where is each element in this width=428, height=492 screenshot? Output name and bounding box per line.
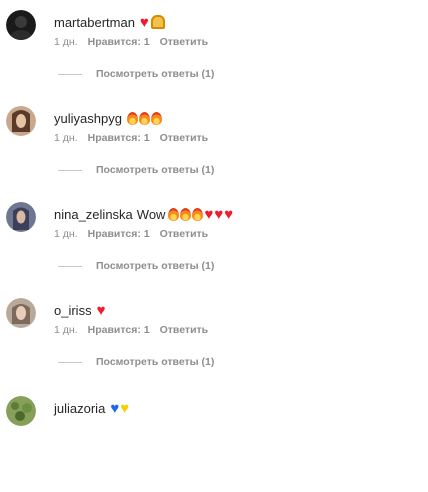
comment-username[interactable]: o_iriss [54,303,92,318]
fire-icon [150,111,162,125]
reply-button[interactable]: Ответить [160,132,209,144]
comment-item: yuliyashpyg 1 дн. Нравится: 1 Ответить П… [0,106,428,202]
divider [58,169,82,171]
likes-count[interactable]: Нравится: 1 [88,132,150,144]
comment-meta: 1 дн. Нравится: 1 Ответить [54,36,208,48]
fire-icon [138,111,150,125]
comment-item: juliazoria ♥ ♥ [0,396,428,492]
red-heart-icon: ♥ [204,205,214,223]
view-replies-label: Посмотреть ответы (1) [96,68,215,80]
view-replies-label: Посмотреть ответы (1) [96,164,215,176]
reply-button[interactable]: Ответить [160,324,209,336]
reply-button[interactable]: Ответить [160,36,209,48]
red-heart-icon: ♥ [96,301,106,319]
reply-button[interactable]: Ответить [160,228,209,240]
red-heart-icon: ♥ [224,205,234,223]
view-replies-button[interactable]: Посмотреть ответы (1) [58,356,214,368]
view-replies-button[interactable]: Посмотреть ответы (1) [58,68,214,80]
ghost-icon [150,15,165,29]
comment-item: o_iriss ♥ 1 дн. Нравится: 1 Ответить Пос… [0,298,428,394]
view-replies-button[interactable]: Посмотреть ответы (1) [58,164,214,176]
view-replies-label: Посмотреть ответы (1) [96,260,215,272]
comment-username[interactable]: nina_zelinska [54,207,133,222]
fire-icon [168,207,180,221]
likes-count[interactable]: Нравится: 1 [88,228,150,240]
comment-text: Wow [136,206,166,222]
fire-icon [192,207,204,221]
view-replies-button[interactable]: Посмотреть ответы (1) [58,260,214,272]
comment-meta: 1 дн. Нравится: 1 Ответить [54,132,208,144]
likes-count[interactable]: Нравится: 1 [88,36,150,48]
comment-username[interactable]: martabertman [54,15,135,30]
fire-icon [126,111,138,125]
view-replies-label: Посмотреть ответы (1) [96,356,215,368]
divider [58,265,82,267]
comment-username[interactable]: juliazoria [54,401,105,416]
fire-icon [180,207,192,221]
divider [58,361,82,363]
avatar[interactable] [6,298,36,328]
avatar[interactable] [6,10,36,40]
avatar[interactable] [6,396,36,426]
avatar[interactable] [6,106,36,136]
likes-count[interactable]: Нравится: 1 [88,324,150,336]
comment-username[interactable]: yuliyashpyg [54,111,122,126]
comment-time: 1 дн. [54,36,78,48]
red-heart-icon: ♥ [139,13,149,31]
comment-item: martabertman ♥ 1 дн. Нравится: 1 Ответит… [0,10,428,106]
comment-meta: 1 дн. Нравится: 1 Ответить [54,324,208,336]
comment-meta: 1 дн. Нравится: 1 Ответить [54,228,208,240]
avatar[interactable] [6,202,36,232]
comment-time: 1 дн. [54,324,78,336]
yellow-heart-icon: ♥ [120,399,130,417]
comment-time: 1 дн. [54,132,78,144]
comment-item: nina_zelinska Wow ♥ ♥ ♥ 1 дн. Нравится: … [0,202,428,298]
red-heart-icon: ♥ [214,205,224,223]
blue-heart-icon: ♥ [110,399,120,417]
comment-time: 1 дн. [54,228,78,240]
divider [58,73,82,75]
